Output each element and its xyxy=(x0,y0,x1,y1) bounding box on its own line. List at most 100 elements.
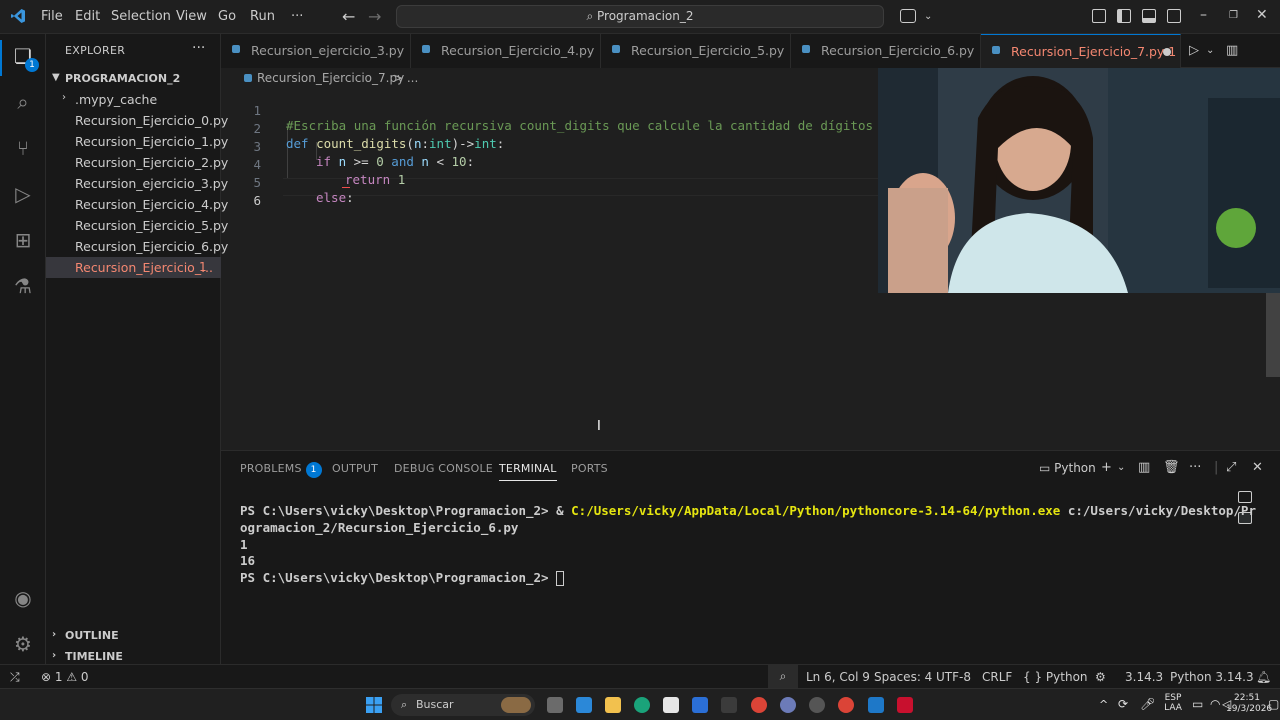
clock[interactable]: 22:51 19/3/2026 xyxy=(1226,693,1272,715)
windows-start-icon[interactable] xyxy=(366,697,382,713)
menu-run[interactable]: Run xyxy=(250,9,275,24)
terminal-line[interactable]: PS C:\Users\vicky\Desktop\Programacion_2… xyxy=(240,570,565,586)
tree-file[interactable]: Recursion_Ejercicio_6.py xyxy=(46,236,228,257)
widgets-icon[interactable] xyxy=(576,697,592,713)
tray-chevron-icon[interactable]: ^ xyxy=(1099,698,1108,711)
testing-icon[interactable]: ⚗ xyxy=(11,274,35,298)
pdf-reader-icon[interactable] xyxy=(897,697,913,713)
outline-section[interactable]: › OUTLINE xyxy=(46,626,221,646)
tray-wifi-icon[interactable]: ◠ xyxy=(1210,697,1220,711)
python-version[interactable]: 3.14.3 xyxy=(1125,670,1163,684)
tab-recursion-3[interactable]: Recursion_ejercicio_3.py xyxy=(221,34,411,68)
accounts-icon[interactable]: ◉ xyxy=(11,586,35,610)
end-of-line[interactable]: CRLF xyxy=(982,670,1012,684)
file-explorer-icon[interactable] xyxy=(605,697,621,713)
search-view-icon[interactable]: ⌕ xyxy=(11,90,35,114)
minimize-icon[interactable]: – xyxy=(1200,7,1207,23)
encoding[interactable]: UTF-8 xyxy=(936,670,971,684)
tab-recursion-7[interactable]: Recursion_Ejercicio_7.py 1 xyxy=(981,34,1181,68)
problems-status[interactable]: ⊗ 1 ⚠ 0 xyxy=(41,670,89,684)
terminal-chevron-icon[interactable]: ⌄ xyxy=(1117,462,1125,473)
toggle-sidebar-icon[interactable] xyxy=(1117,9,1131,23)
forward-arrow-icon[interactable]: → xyxy=(368,7,381,26)
tree-file[interactable]: Recursion_Ejercicio_0.py xyxy=(46,110,228,131)
tree-file[interactable]: Recursion_Ejercicio_1.py xyxy=(46,131,228,152)
explorer-more-icon[interactable]: ··· xyxy=(192,40,205,56)
store-icon[interactable] xyxy=(663,697,679,713)
tray-mic-icon[interactable]: 🎤︎ xyxy=(1140,697,1155,711)
tab-output[interactable]: OUTPUT xyxy=(332,462,378,475)
tree-file[interactable]: Recursion_Ejercicio_4.py xyxy=(46,194,228,215)
customize-layout-icon[interactable] xyxy=(1092,9,1106,23)
menu-view[interactable]: View xyxy=(176,9,207,24)
taskbar-search[interactable]: ⌕ Buscar xyxy=(391,694,535,716)
remote-indicator-icon[interactable]: ⤮ xyxy=(10,670,20,685)
indentation[interactable]: Spaces: 4 xyxy=(874,670,932,684)
extensions-icon[interactable]: ⊞ xyxy=(11,228,35,252)
source-control-icon[interactable]: ⑂ xyxy=(11,136,35,160)
toggle-panel-icon[interactable] xyxy=(1142,9,1156,23)
unsaved-dot-icon[interactable] xyxy=(1163,48,1171,56)
r-app-icon[interactable] xyxy=(780,697,796,713)
menu-selection[interactable]: Selection xyxy=(111,9,171,24)
restore-icon[interactable]: ❐ xyxy=(1229,10,1238,21)
command-center-search[interactable]: ⌕ Programacion_2 xyxy=(396,5,884,28)
terminal-shell-selector[interactable]: ▭ Python xyxy=(1039,461,1096,475)
code-editor[interactable]: 1 #Escriba una función recursiva count_d… xyxy=(221,88,888,448)
python-interpreter[interactable]: Python 3.14.3 xyxy=(1170,670,1254,684)
task-view-icon[interactable] xyxy=(547,697,563,713)
language-mode[interactable]: { } Python xyxy=(1023,670,1088,684)
split-terminal-icon[interactable]: ▥ xyxy=(1138,460,1150,475)
tree-file-active[interactable]: Recursion_Ejercicio_... 1 xyxy=(46,257,221,278)
run-debug-icon[interactable]: ▷ xyxy=(11,182,35,206)
tab-recursion-4[interactable]: Recursion_Ejercicio_4.py xyxy=(411,34,601,68)
menu-file[interactable]: File xyxy=(41,9,63,24)
vscode-taskbar-icon[interactable] xyxy=(868,697,884,713)
notification-center-icon[interactable]: ▢ xyxy=(1268,697,1279,711)
run-chevron-icon[interactable]: ⌄ xyxy=(1206,45,1214,56)
editor-scrollbar[interactable] xyxy=(1266,293,1280,377)
breadcrumb-file[interactable]: Recursion_Ejercicio_7.py xyxy=(257,71,404,85)
new-terminal-icon[interactable]: + xyxy=(1101,460,1112,475)
tab-debug-console[interactable]: DEBUG CONSOLE xyxy=(394,462,493,475)
settings-gear-icon[interactable]: ⚙ xyxy=(11,632,35,656)
language-indicator[interactable]: ESP LAA xyxy=(1163,693,1183,713)
panel-more-icon[interactable]: ··· xyxy=(1189,460,1201,475)
zoom-icon[interactable]: ⌕ xyxy=(768,665,798,688)
tray-network-icon[interactable]: ⟳ xyxy=(1118,697,1128,711)
tab-terminal[interactable]: TERMINAL xyxy=(499,462,557,481)
copilot-chevron-icon[interactable]: ⌄ xyxy=(924,11,932,22)
menu-more[interactable]: ··· xyxy=(291,9,303,24)
close-window-icon[interactable]: ✕ xyxy=(1256,7,1268,23)
github-icon[interactable] xyxy=(809,697,825,713)
tab-problems[interactable]: PROBLEMS 1 xyxy=(240,462,322,478)
notifications-bell-icon[interactable]: 🔔︎ xyxy=(1256,670,1271,684)
tab-ports[interactable]: PORTS xyxy=(571,462,608,475)
tree-file[interactable]: Recursion_Ejercicio_5.py xyxy=(46,215,228,236)
maximize-panel-icon[interactable]: ⤢ xyxy=(1226,460,1236,475)
menu-go[interactable]: Go xyxy=(218,9,236,24)
tree-file[interactable]: Recursion_ejercicio_3.py xyxy=(46,173,228,194)
chrome-profile-icon[interactable] xyxy=(838,697,854,713)
toggle-secondary-sidebar-icon[interactable] xyxy=(1167,9,1181,23)
tab-recursion-5[interactable]: Recursion_Ejercicio_5.py xyxy=(601,34,791,68)
close-panel-icon[interactable]: ✕ xyxy=(1252,460,1263,475)
kill-terminal-icon[interactable]: 🗑 xyxy=(1163,460,1180,475)
tab-recursion-6[interactable]: Recursion_Ejercicio_6.py xyxy=(791,34,981,68)
python-env-icon[interactable]: ⚙ xyxy=(1095,670,1106,684)
split-editor-icon[interactable]: ▥ xyxy=(1226,43,1238,58)
back-arrow-icon[interactable]: ← xyxy=(342,7,355,26)
copilot-icon[interactable] xyxy=(900,9,916,23)
terminal-instance-icon[interactable] xyxy=(1238,491,1252,503)
app-icon[interactable] xyxy=(721,697,737,713)
tree-file[interactable]: Recursion_Ejercicio_2.py xyxy=(46,152,228,173)
cursor-position[interactable]: Ln 6, Col 9 xyxy=(806,670,870,684)
run-python-file-icon[interactable]: ▷ xyxy=(1189,43,1199,58)
breadcrumb-symbols[interactable]: > ... xyxy=(393,71,418,85)
menu-edit[interactable]: Edit xyxy=(75,9,100,24)
tray-display-icon[interactable]: ▭ xyxy=(1192,697,1203,711)
edge-icon[interactable] xyxy=(634,697,650,713)
chrome-icon[interactable] xyxy=(751,697,767,713)
workspace-folder[interactable]: ▼ PROGRAMACION_2 xyxy=(46,69,221,89)
outlook-icon[interactable] xyxy=(692,697,708,713)
